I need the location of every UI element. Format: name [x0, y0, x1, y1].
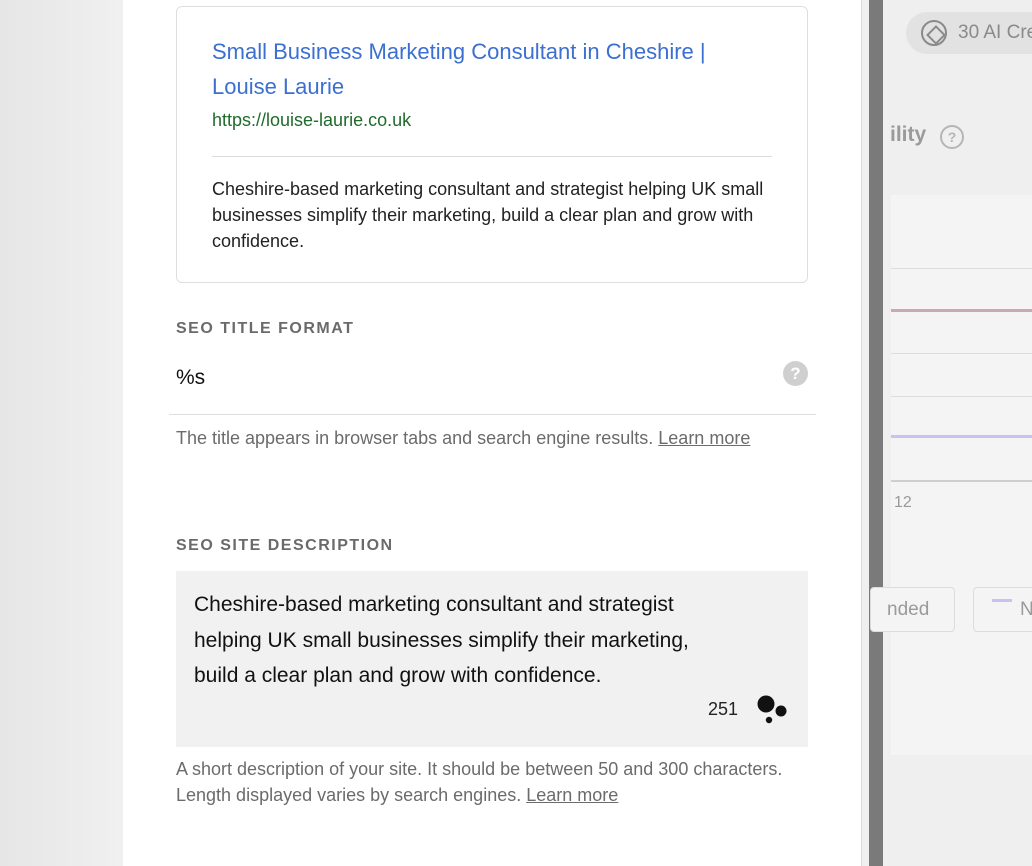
compass-icon — [921, 20, 947, 46]
seo-description-help-text: A short description of your site. It sho… — [176, 759, 783, 805]
left-gutter — [0, 0, 123, 866]
seo-title-learn-more-link[interactable]: Learn more — [658, 428, 750, 448]
legend-item[interactable]: N — [973, 587, 1032, 632]
chart-series-line — [891, 435, 1032, 438]
seo-title-help-text: The title appears in browser tabs and se… — [176, 428, 654, 448]
seo-description-help: A short description of your site. It sho… — [176, 756, 806, 808]
search-preview-card: Small Business Marketing Consultant in C… — [176, 6, 808, 283]
background-chart-area — [891, 195, 1032, 755]
legend-item[interactable]: nded — [870, 587, 955, 632]
chart-x-axis — [891, 480, 1032, 482]
chart-grid-line — [891, 268, 1032, 269]
chart-grid-line — [891, 396, 1032, 397]
panel-resize-handle[interactable] — [869, 0, 883, 866]
legend-swatch — [992, 599, 1012, 602]
ai-dots-icon[interactable] — [756, 694, 790, 726]
chart-grid-line — [891, 353, 1032, 354]
ai-credits-pill[interactable]: 30 AI Cre — [906, 12, 1032, 54]
seo-description-label: SEO SITE DESCRIPTION — [176, 537, 394, 554]
question-circle-icon[interactable]: ? — [783, 361, 808, 386]
preview-title: Small Business Marketing Consultant in C… — [212, 39, 706, 99]
seo-description-textarea[interactable]: Cheshire-based marketing consultant and … — [176, 571, 808, 747]
seo-title-help: The title appears in browser tabs and se… — [176, 425, 796, 451]
character-count: 251 — [708, 699, 739, 719]
chart-tick-label: 12 — [894, 494, 912, 511]
preview-url: https://louise-laurie.co.uk — [212, 110, 412, 130]
preview-divider — [212, 156, 772, 157]
seo-title-value[interactable]: %s — [176, 366, 205, 390]
seo-title-label: SEO TITLE FORMAT — [176, 320, 355, 337]
seo-title-input[interactable]: %s ? — [169, 352, 816, 415]
legend-item-label: nded — [887, 599, 930, 620]
background-section-title: ility — [890, 123, 927, 146]
chart-series-line — [891, 309, 1032, 312]
question-circle-icon[interactable]: ? — [940, 125, 964, 149]
ai-credits-text: 30 AI Cre — [958, 22, 1032, 43]
seo-description-value[interactable]: Cheshire-based marketing consultant and … — [194, 587, 704, 694]
preview-description: Cheshire-based marketing consultant and … — [212, 179, 764, 251]
legend-item-label: N — [1020, 599, 1032, 620]
seo-description-learn-more-link[interactable]: Learn more — [526, 785, 618, 805]
